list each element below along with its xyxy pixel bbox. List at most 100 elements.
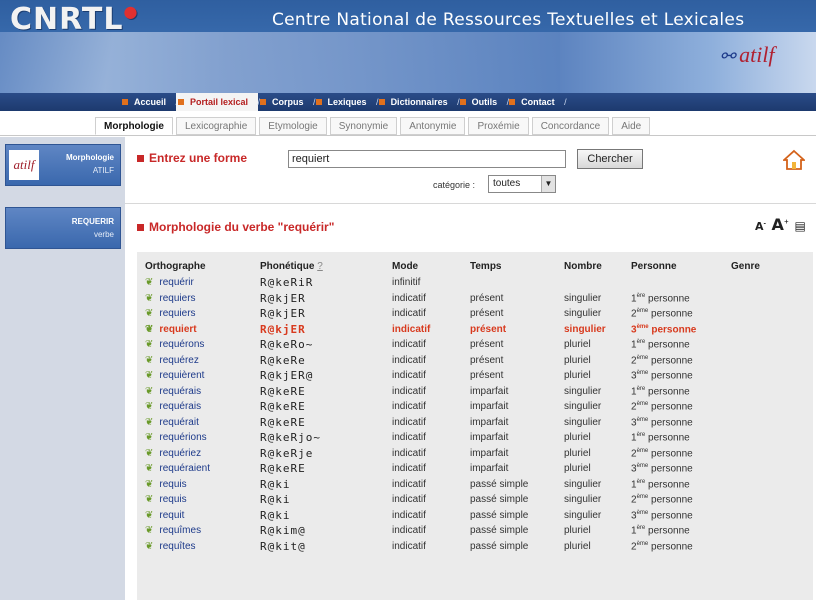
cell-orthographe[interactable]: ❦ requérais — [145, 399, 260, 415]
search-button[interactable]: Chercher — [577, 149, 643, 169]
cell-orthographe[interactable]: ❦ requérons — [145, 337, 260, 353]
cell-personne: 1ère personne — [631, 430, 731, 446]
cell-nombre: pluriel — [564, 525, 591, 537]
cell-nombre: singulier — [564, 385, 602, 397]
orthographe-link[interactable]: requis — [159, 494, 186, 505]
orthographe-link[interactable]: requéraient — [159, 463, 210, 474]
orthographe-link[interactable]: requérais — [159, 401, 201, 412]
personne-ordinal: ère — [636, 339, 646, 346]
cell-personne: 2ème personne — [631, 539, 731, 555]
orthographe-link[interactable]: requériez — [159, 448, 201, 459]
cell-orthographe[interactable]: ❦ requériez — [145, 446, 260, 462]
atilf-logo[interactable]: ⚯ atilf — [720, 42, 810, 78]
col-header-mode[interactable]: Mode — [392, 258, 470, 275]
nav-item-dictionnaires[interactable]: Dictionnaires — [377, 93, 460, 111]
nav-item-corpus[interactable]: Corpus — [258, 93, 315, 111]
font-decrease-icon[interactable]: A- — [755, 220, 766, 233]
print-icon[interactable]: ▤ — [794, 219, 805, 233]
cell-orthographe[interactable]: ❦ requérait — [145, 415, 260, 431]
tab-antonymie[interactable]: Antonymie — [400, 117, 466, 135]
orthographe-link[interactable]: requit — [159, 510, 184, 521]
cell-nombre: pluriel — [564, 540, 591, 552]
tab-proxemie[interactable]: Proxémie — [468, 117, 529, 135]
col-header-temps[interactable]: Temps — [470, 258, 564, 275]
cell-orthographe[interactable]: ❦ requéraient — [145, 461, 260, 477]
cell-orthographe[interactable]: ❦ requîmes — [145, 523, 260, 539]
morphology-table: Orthographe Phonétique ? Mode Temps Nomb… — [145, 258, 791, 554]
cell-temps: passé simple — [470, 509, 529, 521]
cell-phonetique: R@keRE — [260, 400, 306, 414]
nav-item-outils[interactable]: Outils — [458, 93, 509, 111]
tab-concordance[interactable]: Concordance — [531, 117, 610, 135]
sidebar-card-morphologie[interactable]: atilf Morphologie ATILF — [5, 144, 121, 186]
col-header-genre[interactable]: Genre — [731, 258, 791, 275]
nav-item-accueil[interactable]: Accueil — [120, 93, 178, 111]
home-icon[interactable] — [783, 149, 805, 171]
cell-orthographe[interactable]: ❦ requièrent — [145, 368, 260, 384]
cell-phonetique: R@keRe — [260, 353, 306, 367]
cell-nombre: singulier — [564, 416, 602, 428]
cell-orthographe[interactable]: ❦ requérions — [145, 430, 260, 446]
orthographe-link[interactable]: requiert — [159, 324, 196, 335]
cnrtl-logo[interactable]: CNRTL● — [10, 2, 138, 37]
orthographe-link[interactable]: requérions — [159, 432, 206, 443]
cell-orthographe[interactable]: ❦ requis — [145, 492, 260, 508]
cell-orthographe[interactable]: ❦ requérais — [145, 384, 260, 400]
sidebar-card-requerir[interactable]: REQUERIR verbe — [5, 207, 121, 249]
orthographe-link[interactable]: requîtes — [159, 541, 195, 552]
orthographe-link[interactable]: requis — [159, 479, 186, 490]
tab-morphologie[interactable]: Morphologie — [95, 117, 173, 135]
col-header-orthographe[interactable]: Orthographe — [145, 258, 260, 275]
nav-item-lexiques[interactable]: Lexiques — [314, 93, 379, 111]
phonetique-help-link[interactable]: ? — [317, 261, 323, 272]
sidebar-card-subtitle: ATILF — [92, 166, 114, 175]
font-increase-icon[interactable]: A+ — [772, 215, 789, 234]
cell-orthographe[interactable]: ❦ requit — [145, 508, 260, 524]
atilf-emblem-icon: ⚯ — [720, 46, 736, 66]
col-header-nombre[interactable]: Nombre — [564, 258, 631, 275]
cell-mode: indicatif — [392, 292, 426, 304]
cell-nombre: pluriel — [564, 370, 591, 382]
tab-etymologie[interactable]: Etymologie — [259, 117, 327, 135]
orthographe-link[interactable]: requérir — [159, 277, 193, 288]
tab-aide[interactable]: Aide — [612, 117, 651, 135]
cell-genre — [731, 446, 791, 462]
table-row: ❦ requériez R@keRje indicatif imparfait pluri… — [145, 446, 791, 462]
tab-lexicographie[interactable]: Lexicographie — [176, 117, 257, 135]
cell-phonetique: R@keRje — [260, 446, 314, 460]
orthographe-link[interactable]: requiers — [159, 308, 195, 319]
orthographe-link[interactable]: requérez — [159, 355, 198, 366]
word-search-input[interactable] — [288, 150, 566, 168]
col-header-phonetique[interactable]: Phonétique ? — [260, 258, 392, 275]
leaf-icon: ❦ — [145, 540, 154, 552]
personne-label: personne — [648, 447, 693, 459]
cell-mode: indicatif — [392, 432, 426, 444]
cell-orthographe[interactable]: ❦ requiert — [145, 322, 260, 338]
cell-genre — [731, 430, 791, 446]
cell-orthographe[interactable]: ❦ requérez — [145, 353, 260, 369]
orthographe-link[interactable]: requîmes — [159, 525, 201, 536]
personne-ordinal: ère — [636, 478, 646, 485]
cell-temps: imparfait — [470, 432, 509, 444]
orthographe-link[interactable]: requiers — [159, 293, 195, 304]
table-row: ❦ requis R@ki indicatif passé simple singulie… — [145, 477, 791, 493]
table-header-row: Orthographe Phonétique ? Mode Temps Nomb… — [145, 258, 791, 275]
cell-orthographe[interactable]: ❦ requiers — [145, 291, 260, 307]
cell-orthographe[interactable]: ❦ requis — [145, 477, 260, 493]
orthographe-link[interactable]: requérons — [159, 339, 204, 350]
cell-orthographe[interactable]: ❦ requîtes — [145, 539, 260, 555]
leaf-icon: ❦ — [145, 385, 154, 397]
category-select[interactable]: toutes ▼ — [488, 175, 556, 193]
nav-item-portail-lexical[interactable]: Portail lexical — [176, 93, 260, 111]
col-header-personne[interactable]: Personne — [631, 258, 731, 275]
cell-temps: présent — [470, 339, 504, 351]
cell-orthographe[interactable]: ❦ requiers — [145, 306, 260, 322]
tab-synonymie[interactable]: Synonymie — [329, 117, 398, 135]
personne-ordinal: ème — [636, 354, 649, 361]
orthographe-link[interactable]: requérait — [159, 417, 198, 428]
cell-orthographe[interactable]: ❦ requérir — [145, 275, 260, 291]
cell-genre — [731, 306, 791, 322]
nav-item-contact[interactable]: Contact — [507, 93, 566, 111]
orthographe-link[interactable]: requièrent — [159, 370, 204, 381]
orthographe-link[interactable]: requérais — [159, 386, 201, 397]
